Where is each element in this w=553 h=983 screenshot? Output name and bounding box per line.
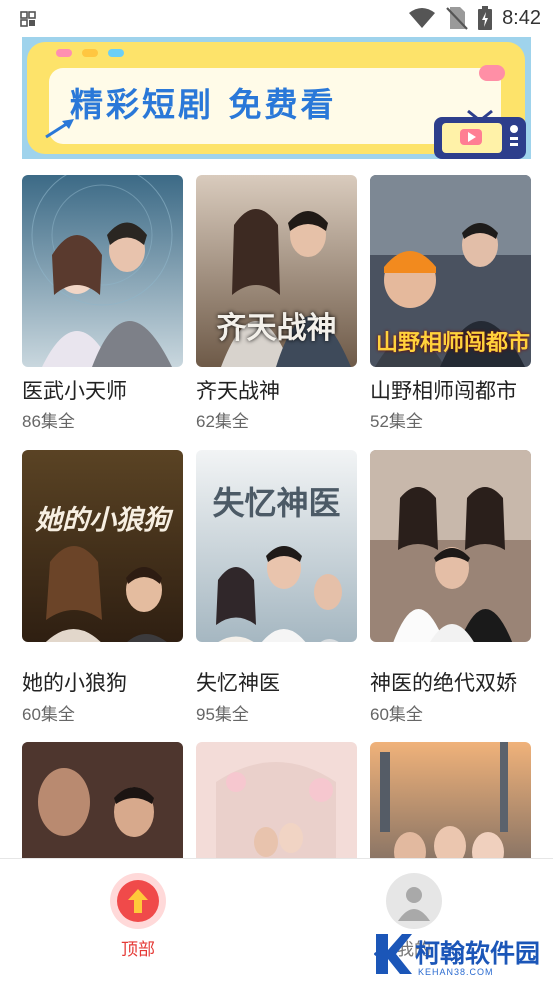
drama-title[interactable]: 医武小天师 [22, 375, 197, 405]
watermark: 柯翰软件园 KEHAN38.COM [372, 926, 547, 980]
drama-poster[interactable]: 山野相师闯都市 [370, 175, 531, 367]
drama-poster[interactable]: 失忆神医 [196, 450, 357, 642]
banner-dot-pink [56, 49, 72, 57]
banner-dot-blue [108, 49, 124, 57]
tv-icon [434, 109, 526, 159]
drama-poster[interactable] [22, 175, 183, 367]
drama-poster[interactable]: 她的小狼狗 [22, 450, 183, 642]
drama-episode-count: 60集全 [22, 705, 75, 724]
drama-title[interactable]: 山野相师闯都市 [370, 375, 545, 405]
poster-title-text: 山野相师闯都市 [376, 330, 531, 355]
drama-poster[interactable] [370, 450, 531, 642]
poster-title-text: 齐天战神 [216, 312, 337, 345]
poster-title-text: 她的小狼狗 [35, 505, 170, 535]
k-logo-icon [374, 934, 412, 974]
drama-episode-count: 52集全 [370, 412, 423, 431]
clock-time: 8:42 [502, 6, 541, 29]
poster-title-text: 失忆神医 [212, 485, 341, 521]
drama-title[interactable]: 她的小狼狗 [22, 667, 197, 697]
drama-episode-count: 62集全 [196, 412, 249, 431]
avatar[interactable] [386, 873, 442, 929]
scroll-top-button[interactable] [110, 873, 166, 929]
banner-bubble [479, 65, 505, 81]
apps-grid-icon [20, 11, 36, 27]
watermark-text: 柯翰软件园 [415, 939, 541, 968]
promo-banner[interactable]: 精彩短剧 免费看 [22, 37, 531, 159]
drama-episode-count: 60集全 [370, 705, 423, 724]
no-sim-icon [446, 7, 468, 30]
arrow-up-icon [128, 889, 148, 913]
drama-title[interactable]: 齐天战神 [196, 375, 371, 405]
banner-title: 精彩短剧 免费看 [70, 85, 337, 124]
watermark-url: KEHAN38.COM [418, 967, 494, 977]
tab-scroll-top[interactable]: 顶部 [110, 873, 166, 960]
battery-charging-icon [478, 6, 493, 30]
drama-episode-count: 86集全 [22, 412, 75, 431]
drama-title[interactable]: 失忆神医 [196, 667, 371, 697]
drama-title[interactable]: 神医的绝代双娇 [370, 667, 545, 697]
status-bar: 8:42 [0, 0, 553, 36]
tab-top-label: 顶部 [121, 940, 155, 959]
drama-poster[interactable]: 齐天战神 [196, 175, 357, 367]
banner-dot-yellow [82, 49, 98, 57]
wifi-icon [409, 8, 436, 28]
drama-episode-count: 95集全 [196, 705, 249, 724]
user-icon [398, 887, 430, 921]
